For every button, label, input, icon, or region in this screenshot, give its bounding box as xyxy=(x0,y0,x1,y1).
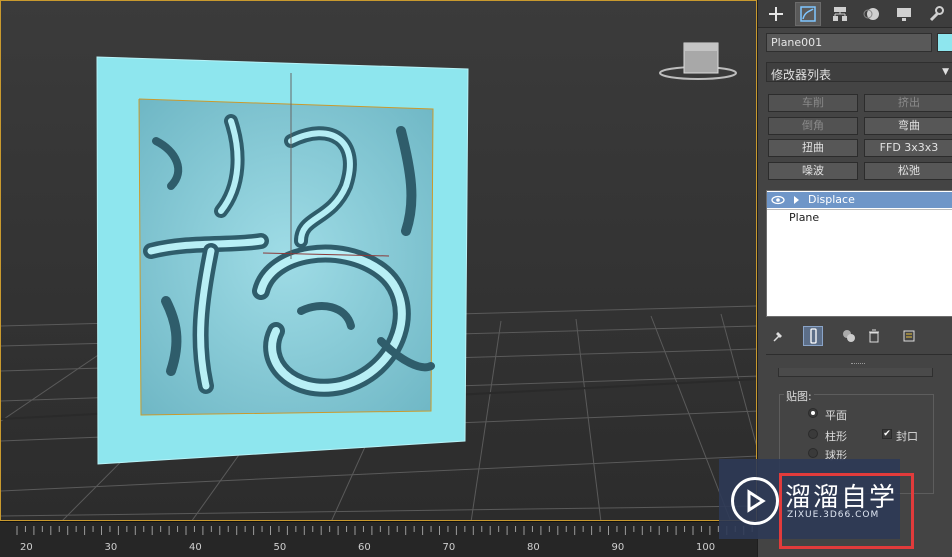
configure-sets-icon[interactable] xyxy=(899,326,919,346)
viewport-canvas xyxy=(1,1,756,520)
expand-arrow-icon xyxy=(794,196,799,204)
stack-item-plane[interactable]: Plane xyxy=(789,211,819,224)
object-color-swatch[interactable] xyxy=(937,33,952,52)
display-icon[interactable] xyxy=(891,2,917,26)
remove-modifier-icon[interactable] xyxy=(864,326,884,346)
dropdown-arrow-icon: ▼ xyxy=(942,67,949,77)
ffd-button[interactable]: FFD 3x3x3 xyxy=(864,139,952,157)
cap-checkbox[interactable]: ✔ xyxy=(882,429,892,439)
lathe-button[interactable]: 车削 xyxy=(768,94,858,112)
ruler-canvas: 20 30 40 50 60 70 80 90 100 xyxy=(16,526,753,553)
show-end-result-icon[interactable] xyxy=(803,326,823,346)
relax-button[interactable]: 松弛 xyxy=(864,162,952,180)
hierarchy-icon[interactable] xyxy=(827,2,853,26)
planar-radio[interactable] xyxy=(808,408,818,418)
modify-icon[interactable] xyxy=(795,2,821,26)
create-icon[interactable] xyxy=(763,2,789,26)
ruler-tick-label: 90 xyxy=(612,542,625,553)
rollout-partial xyxy=(778,368,933,377)
ruler-tick-label: 40 xyxy=(189,542,202,553)
stack-item-label: Displace xyxy=(808,193,855,206)
extrude-button[interactable]: 挤出 xyxy=(864,94,952,112)
perspective-viewport[interactable] xyxy=(0,0,757,521)
utilities-icon[interactable] xyxy=(923,2,949,26)
cylindrical-label: 柱形 xyxy=(825,430,847,443)
modifier-list-label: 修改器列表 xyxy=(771,68,832,82)
ruler-tick-label: 80 xyxy=(527,542,540,553)
time-ruler[interactable]: 20 30 40 50 60 70 80 90 100 xyxy=(0,521,757,557)
ruler-tick-label: 20 xyxy=(20,542,33,553)
panel-tabbar xyxy=(758,0,952,28)
planar-label: 平面 xyxy=(825,409,847,422)
ruler-tick-label: 70 xyxy=(443,542,456,553)
panel-grip[interactable] xyxy=(851,363,865,366)
noise-button[interactable]: 噪波 xyxy=(768,162,858,180)
highlight-box xyxy=(779,473,914,549)
pin-stack-icon[interactable] xyxy=(768,326,788,346)
modifier-stack[interactable]: Displace Plane xyxy=(766,190,952,317)
twist-button[interactable]: 扭曲 xyxy=(768,139,858,157)
motion-icon[interactable] xyxy=(859,2,885,26)
stack-item-displace[interactable]: Displace xyxy=(767,192,952,208)
ruler-tick-label: 100 xyxy=(696,542,715,553)
eye-icon xyxy=(771,195,785,205)
panel-divider xyxy=(766,354,952,355)
ruler-tick-label: 30 xyxy=(105,542,118,553)
stack-toolbar xyxy=(766,324,952,348)
object-name-field[interactable]: Plane001 xyxy=(766,33,932,52)
make-unique-icon[interactable] xyxy=(839,326,859,346)
bevel-button[interactable]: 倒角 xyxy=(768,117,858,135)
stack-divider xyxy=(767,209,952,210)
spherical-radio[interactable] xyxy=(808,448,818,458)
bend-button[interactable]: 弯曲 xyxy=(864,117,952,135)
map-group-label: 贴图: xyxy=(784,388,814,404)
max-ui: 20 30 40 50 60 70 80 90 100 Plane001 修改器… xyxy=(0,0,952,557)
cap-label: 封口 xyxy=(896,430,918,443)
ruler-tick-label: 60 xyxy=(358,542,371,553)
ruler-tick-label: 50 xyxy=(274,542,287,553)
modifier-list-dropdown[interactable]: 修改器列表 ▼ xyxy=(766,62,952,82)
cylindrical-radio[interactable] xyxy=(808,429,818,439)
play-logo-icon xyxy=(731,477,779,525)
